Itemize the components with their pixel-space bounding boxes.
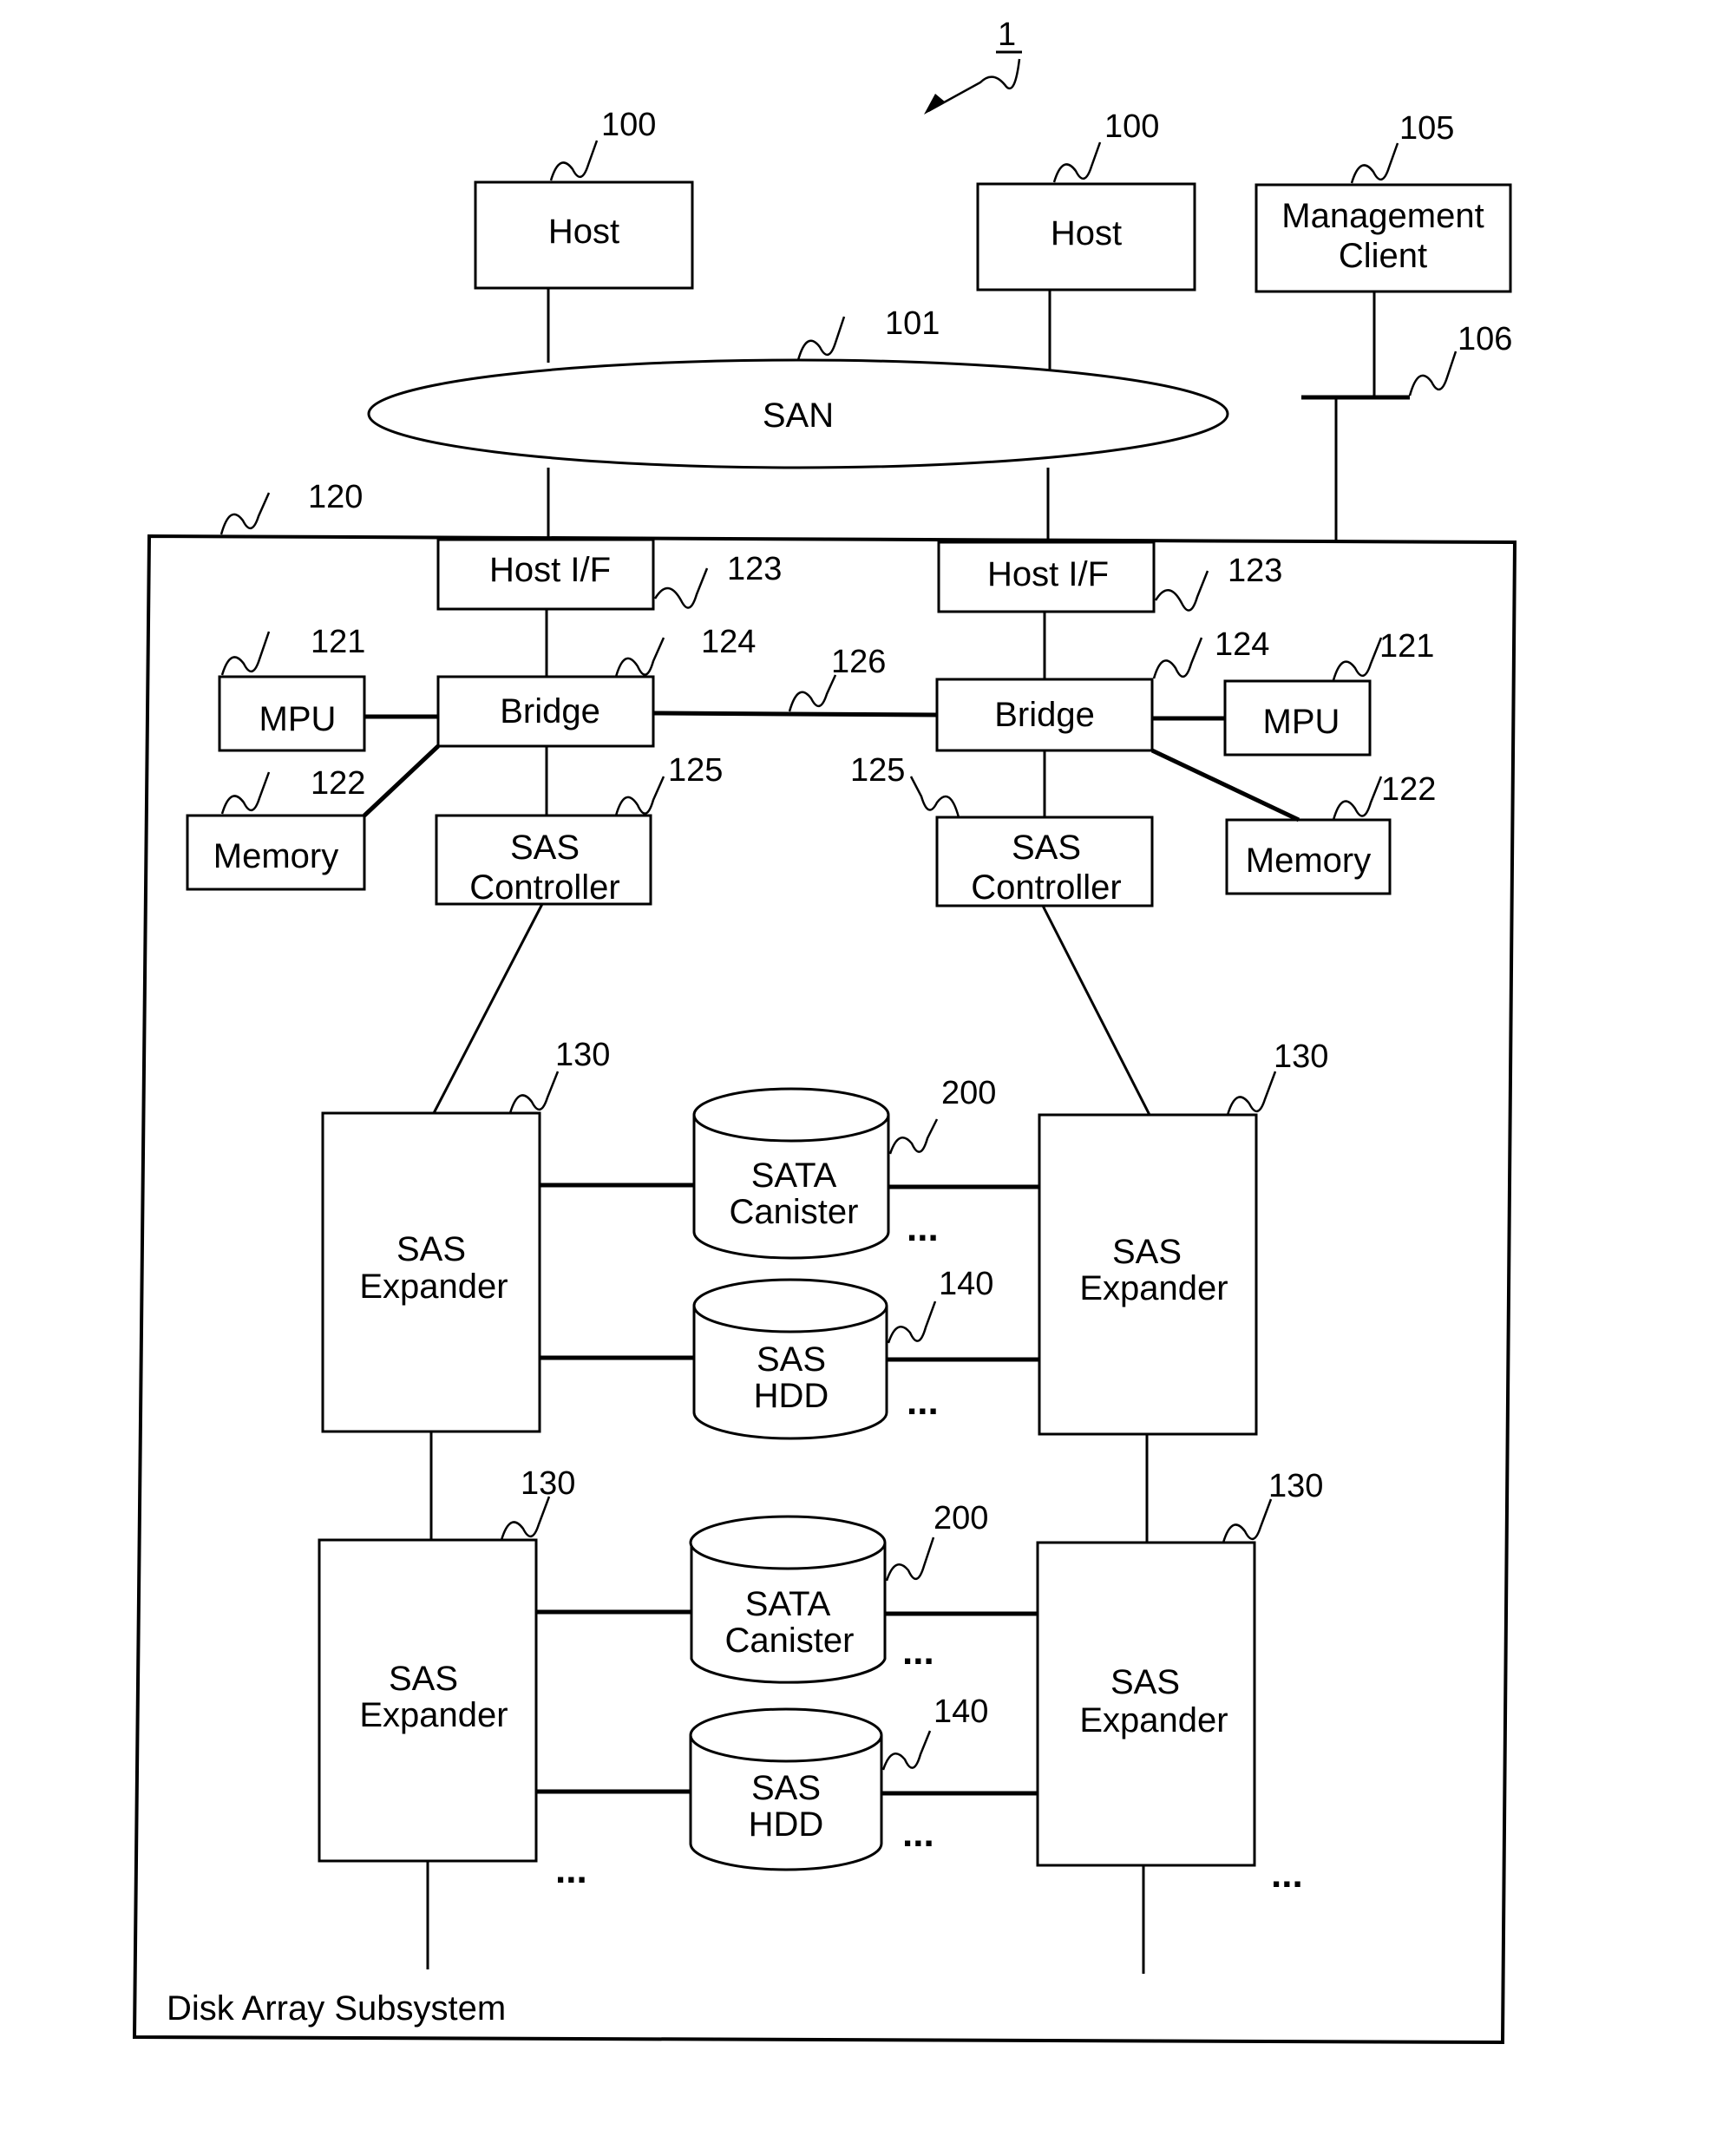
expander-left-1: SAS Expander 130	[321, 1037, 610, 1433]
svg-text:125: 125	[850, 752, 905, 789]
svg-text:Controller: Controller	[971, 868, 1121, 907]
svg-text:100: 100	[601, 107, 656, 143]
svg-text:125: 125	[668, 752, 723, 789]
svg-text:130: 130	[555, 1037, 610, 1073]
svg-text:122: 122	[1381, 771, 1436, 808]
svg-text:SAS: SAS	[396, 1230, 466, 1268]
svg-text:123: 123	[1228, 553, 1282, 589]
svg-text:SAS: SAS	[1110, 1663, 1180, 1701]
svg-text:Host: Host	[548, 213, 619, 251]
svg-text:Host I/F: Host I/F	[987, 555, 1109, 593]
svg-text:122: 122	[311, 765, 365, 802]
svg-text:Expander: Expander	[1079, 1701, 1228, 1740]
svg-text:123: 123	[727, 551, 782, 587]
svg-text:HDD: HDD	[749, 1805, 824, 1844]
svg-text:...: ...	[902, 1630, 934, 1673]
arrow-head-icon	[924, 94, 946, 115]
svg-text:SAN: SAN	[763, 396, 834, 435]
svg-text:Canister: Canister	[730, 1193, 859, 1231]
controller-1: Host I/F 123 Bridge 124 MPU 121 Memory 1…	[186, 538, 782, 907]
svg-text:140: 140	[934, 1694, 988, 1730]
management-client: Management Client 105	[1255, 110, 1512, 293]
svg-text:SATA: SATA	[745, 1585, 831, 1623]
san: SAN 101	[367, 305, 1229, 469]
controller-2: Host I/F 123 Bridge 124 MPU 121 Memory 1…	[850, 541, 1436, 907]
svg-text:140: 140	[939, 1266, 993, 1302]
more-expanders-right: ...	[1271, 1853, 1303, 1896]
svg-text:124: 124	[701, 624, 756, 660]
figure-reference: 1	[924, 16, 1022, 115]
svg-text:SAS: SAS	[1012, 829, 1081, 867]
svg-text:101: 101	[885, 305, 940, 342]
svg-text:200: 200	[941, 1075, 996, 1111]
svg-text:MPU: MPU	[259, 700, 337, 738]
svg-text:130: 130	[1268, 1468, 1323, 1504]
svg-text:200: 200	[934, 1500, 988, 1536]
ctrl2-expander-link	[1041, 905, 1151, 1116]
svg-text:130: 130	[521, 1465, 575, 1502]
svg-text:Controller: Controller	[469, 868, 619, 907]
expander-right-1: SAS Expander 130	[1038, 1038, 1328, 1436]
expander-right-2: SAS Expander 130	[1036, 1468, 1323, 1867]
svg-text:Memory: Memory	[1246, 842, 1371, 880]
sas-hdd-1: SAS HDD 140 ...	[692, 1266, 993, 1440]
svg-text:Bridge: Bridge	[994, 696, 1095, 734]
system-diagram: 1 Host 100 Host 100 Management Client 10…	[132, 16, 1517, 2045]
svg-text:121: 121	[1379, 628, 1434, 665]
svg-text:...: ...	[907, 1207, 939, 1249]
sata-canister-2: SATA Canister 200 ...	[689, 1500, 988, 1684]
svg-text:126: 126	[831, 644, 886, 680]
svg-text:121: 121	[311, 624, 365, 660]
svg-text:1: 1	[998, 16, 1016, 53]
svg-text:Disk Array Subsystem: Disk Array Subsystem	[167, 1989, 506, 2028]
svg-text:120: 120	[308, 479, 363, 515]
svg-text:SAS: SAS	[757, 1340, 826, 1379]
svg-text:Expander: Expander	[359, 1268, 508, 1306]
svg-text:Canister: Canister	[725, 1622, 855, 1660]
svg-text:Host I/F: Host I/F	[489, 551, 611, 589]
svg-text:Bridge: Bridge	[500, 692, 600, 731]
svg-text:106: 106	[1458, 321, 1512, 357]
svg-text:...: ...	[907, 1380, 939, 1423]
svg-text:Host: Host	[1051, 214, 1122, 252]
svg-text:Memory: Memory	[213, 837, 338, 875]
svg-text:Client: Client	[1339, 237, 1427, 275]
svg-text:MPU: MPU	[1263, 703, 1340, 741]
sas-hdd-2: SAS HDD 140 ...	[689, 1694, 988, 1871]
svg-text:105: 105	[1399, 110, 1454, 147]
svg-text:SAS: SAS	[751, 1769, 821, 1807]
sata-canister-1: SATA Canister 200 ...	[692, 1075, 996, 1260]
svg-text:Management: Management	[1281, 197, 1484, 235]
svg-text:124: 124	[1215, 626, 1269, 663]
svg-text:HDD: HDD	[754, 1377, 829, 1415]
svg-text:SAS: SAS	[510, 829, 580, 867]
host-1: Host 100	[474, 107, 694, 290]
svg-text:130: 130	[1274, 1038, 1328, 1075]
more-expanders-left: ...	[555, 1849, 587, 1891]
expander-left-2: SAS Expander 130	[318, 1465, 575, 1863]
svg-text:Expander: Expander	[1079, 1269, 1228, 1307]
svg-text:100: 100	[1104, 108, 1159, 145]
svg-text:SAS: SAS	[1112, 1233, 1182, 1271]
svg-text:...: ...	[902, 1812, 934, 1855]
svg-text:SATA: SATA	[751, 1156, 837, 1195]
ctrl1-expander-link	[432, 903, 544, 1114]
svg-text:Expander: Expander	[359, 1696, 508, 1734]
host-2: Host 100	[976, 108, 1196, 292]
bridge-link: 126	[652, 644, 938, 717]
management-network: 106	[1301, 292, 1512, 542]
svg-text:SAS: SAS	[389, 1660, 458, 1698]
